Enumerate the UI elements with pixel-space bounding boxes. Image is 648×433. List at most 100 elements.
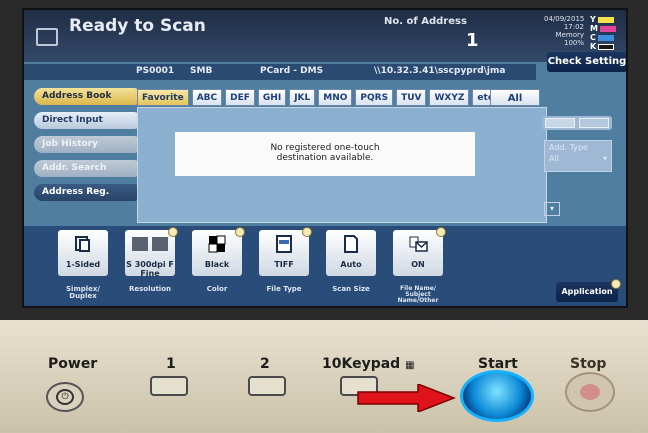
view-toggle[interactable] bbox=[542, 116, 612, 130]
all-button[interactable]: All bbox=[490, 89, 540, 106]
check-setting-button[interactable]: Check Setting bbox=[547, 52, 626, 72]
toner-bar-k bbox=[598, 43, 615, 50]
scan-size-button[interactable]: Auto bbox=[326, 230, 376, 276]
register-key-1[interactable] bbox=[150, 376, 188, 396]
register-key-2[interactable] bbox=[248, 376, 286, 396]
index-tab-jkl[interactable]: JKL bbox=[289, 89, 316, 106]
black-white-icon bbox=[208, 235, 226, 253]
indicator-dot-icon bbox=[235, 227, 245, 237]
file-type-label: File Type bbox=[266, 285, 302, 293]
tab-direct-input[interactable]: Direct Input bbox=[34, 112, 142, 129]
toner-k: K bbox=[590, 42, 626, 51]
file-type-value: TIFF bbox=[274, 260, 294, 269]
color-label: Color bbox=[206, 285, 228, 293]
key-1-label: 1 bbox=[166, 356, 176, 372]
port-id: PS0001 bbox=[136, 66, 175, 76]
address-type-select[interactable]: Add. Type All ▾ bbox=[544, 140, 612, 172]
envelope-icon bbox=[409, 236, 428, 252]
file-type-icon bbox=[276, 235, 292, 253]
indicator-dot-icon bbox=[168, 227, 178, 237]
tab-addr-search[interactable]: Addr. Search bbox=[34, 160, 142, 177]
toner-bar-c bbox=[597, 34, 614, 41]
memory-label: Memory bbox=[555, 31, 584, 39]
list-view-icon[interactable] bbox=[579, 118, 609, 128]
indicator-dot-icon bbox=[302, 227, 312, 237]
resolution-value: S 300dpi F Fine bbox=[126, 260, 174, 278]
destination-path: \\10.32.3.41\sscpyprd\jma bbox=[374, 66, 506, 76]
tab-address-reg[interactable]: Address Reg. bbox=[34, 184, 142, 201]
toner-y: Y bbox=[590, 15, 626, 24]
simplex-duplex-button[interactable]: 1-Sided bbox=[58, 230, 108, 276]
stop-label: Stop bbox=[570, 356, 607, 372]
application-label: Application bbox=[561, 287, 613, 296]
empty-message: No registered one-touch destination avai… bbox=[175, 132, 475, 176]
toner-levels: Y M C K bbox=[590, 15, 626, 51]
destination-name: PCard - DMS bbox=[260, 66, 324, 76]
touch-screen: Ready to Scan No. of Address 1 04/09/201… bbox=[22, 8, 628, 308]
keypad-icon: ▦ bbox=[405, 360, 415, 371]
file-name-value: ON bbox=[411, 260, 425, 269]
simplex-duplex-label: Simplex/ Duplex bbox=[66, 285, 100, 300]
address-count-label: No. of Address bbox=[384, 16, 467, 27]
indicator-dot-icon bbox=[436, 227, 446, 237]
power-label: Power bbox=[48, 356, 98, 372]
color-button[interactable]: Black bbox=[192, 227, 245, 276]
page-icon bbox=[344, 235, 358, 253]
status-bar: Ready to Scan No. of Address 1 04/09/201… bbox=[24, 10, 626, 62]
indicator-dot-icon bbox=[611, 279, 621, 289]
scan-icon bbox=[36, 28, 58, 46]
resolution-icon bbox=[132, 237, 168, 251]
tenkey-label: 10Keypad ▦ bbox=[322, 356, 415, 372]
toner-bar-y bbox=[597, 16, 614, 23]
color-value: Black bbox=[204, 260, 230, 269]
index-tab-favorite[interactable]: Favorite bbox=[137, 89, 189, 106]
index-tabs: Favorite ABC DEF GHI JKL MNO PQRS TUV WX… bbox=[137, 89, 499, 106]
resolution-label: Resolution bbox=[128, 285, 172, 293]
empty-message-line2: destination available. bbox=[276, 153, 374, 163]
simplex-duplex-value: 1-Sided bbox=[65, 260, 101, 269]
screen-title: Ready to Scan bbox=[69, 16, 206, 36]
left-tab-column: Address Book Direct Input Job History Ad… bbox=[34, 88, 142, 208]
toner-bar-m bbox=[599, 25, 616, 32]
empty-message-line1: No registered one-touch bbox=[270, 143, 380, 153]
power-button[interactable]: ⏻ bbox=[46, 382, 84, 412]
key-2-label: 2 bbox=[260, 356, 270, 372]
stop-button[interactable] bbox=[565, 372, 615, 412]
application-button[interactable]: Application bbox=[556, 279, 621, 302]
index-tab-tuv[interactable]: TUV bbox=[396, 89, 427, 106]
toner-m: M bbox=[590, 24, 626, 33]
time: 17:02 bbox=[563, 23, 584, 31]
stop-icon bbox=[580, 384, 600, 400]
scroll-down-button[interactable]: ▾ bbox=[544, 202, 560, 216]
date: 04/09/2015 bbox=[544, 15, 585, 23]
arrow-annotation-icon bbox=[357, 384, 456, 412]
chevron-down-icon: ▾ bbox=[602, 154, 607, 163]
chevron-down-icon: ▾ bbox=[549, 204, 554, 213]
scan-size-value: Auto bbox=[340, 260, 362, 269]
memory-value: 100% bbox=[563, 39, 584, 47]
resolution-button[interactable]: S 300dpi F Fine bbox=[125, 227, 178, 278]
index-tab-pqrs[interactable]: PQRS bbox=[355, 89, 394, 106]
tab-job-history[interactable]: Job History bbox=[34, 136, 142, 153]
index-tab-ghi[interactable]: GHI bbox=[257, 89, 287, 106]
index-tab-abc[interactable]: ABC bbox=[191, 89, 223, 106]
function-strip bbox=[24, 226, 626, 306]
file-name-label: File Name/ Subject Name/Other bbox=[397, 285, 439, 304]
power-icon: ⏻ bbox=[56, 389, 74, 405]
grid-view-icon[interactable] bbox=[545, 118, 575, 128]
toner-c: C bbox=[590, 33, 626, 42]
start-button[interactable] bbox=[460, 370, 534, 422]
index-tab-def[interactable]: DEF bbox=[225, 89, 255, 106]
one-sided-icon bbox=[75, 236, 90, 252]
control-panel bbox=[0, 320, 648, 433]
address-type-label: Add. Type bbox=[549, 143, 588, 152]
destination-info: PS0001 SMB PCard - DMS \\10.32.3.41\sscp… bbox=[24, 64, 536, 80]
address-type-value: All bbox=[549, 154, 559, 163]
tab-address-book[interactable]: Address Book bbox=[34, 88, 142, 105]
file-type-button[interactable]: TIFF bbox=[259, 227, 312, 276]
index-tab-wxyz[interactable]: WXYZ bbox=[429, 89, 470, 106]
date-time: 04/09/2015 17:02 Memory 100% bbox=[544, 15, 584, 47]
scan-size-label: Scan Size bbox=[332, 285, 370, 293]
file-name-button[interactable]: ON bbox=[393, 227, 446, 276]
index-tab-mno[interactable]: MNO bbox=[318, 89, 353, 106]
